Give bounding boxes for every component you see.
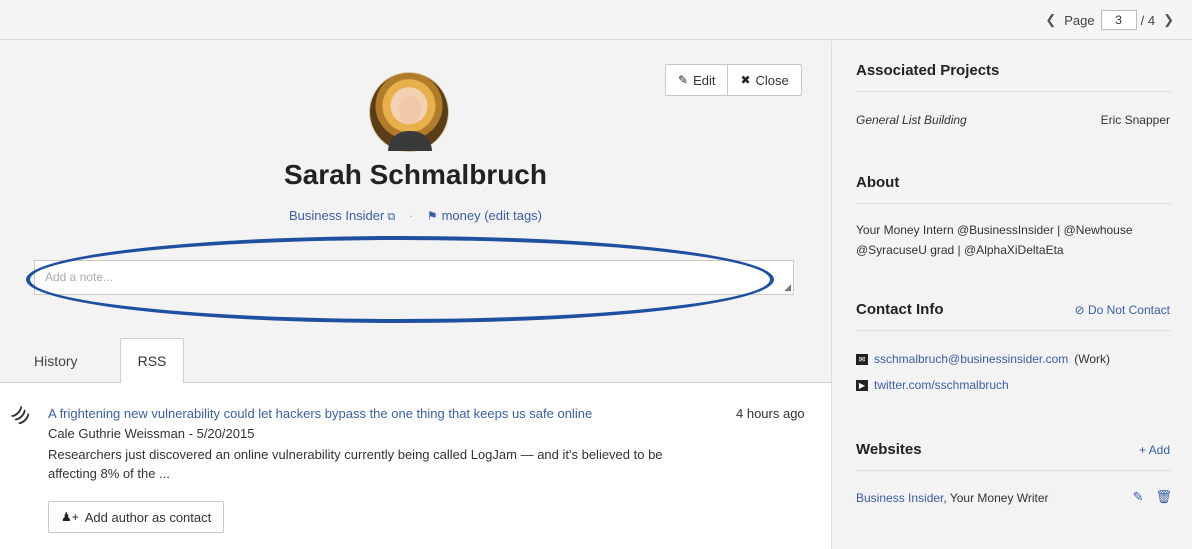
website-actions: ✎ 🗑 (1133, 489, 1172, 505)
external-link-icon[interactable]: ⧉ (387, 211, 395, 223)
about-text: Your Money Intern @BusinessInsider | @Ne… (856, 223, 1133, 257)
edit-button[interactable]: ✎ Edit (666, 65, 727, 95)
envelope-icon: ✉ (856, 353, 868, 365)
top-bar: ❮ Page / 4 ❯ (0, 0, 1192, 40)
chevron-right-icon[interactable]: ❯ (1155, 12, 1182, 28)
contact-name: Sarah Schmalbruch (284, 159, 547, 190)
email-link[interactable]: sschmalbruch@businessinsider.com (874, 352, 1068, 366)
divider (856, 203, 1171, 204)
close-label: Close (755, 72, 789, 88)
project-owner: Eric Snapper (1100, 113, 1170, 127)
contact-main-panel: ✎ Edit ✖ Close Sarah Schmalbruch Busines… (0, 41, 831, 549)
add-website-label: Add (1148, 443, 1170, 457)
article-title-link[interactable]: A frightening new vulnerability could le… (48, 406, 592, 421)
close-button[interactable]: ✖ Close (727, 65, 800, 95)
edit-label: Edit (693, 72, 716, 88)
project-name[interactable]: General List Building (856, 113, 967, 127)
pencil-icon[interactable]: ✎ (1133, 489, 1144, 505)
avatar (369, 72, 449, 152)
trash-icon[interactable]: 🗑 (1155, 489, 1172, 505)
divider (856, 330, 1171, 331)
add-author-button[interactable]: ♟+ Add author as contact (48, 501, 225, 533)
add-author-label: Add author as contact (84, 509, 212, 525)
email-row: ✉ sschmalbruch@businessinsider.com (Work… (856, 352, 1110, 366)
projects-title: Associated Projects (856, 62, 1000, 79)
outlet-link[interactable]: Business Insider (289, 208, 384, 223)
tab-history[interactable]: History (34, 338, 78, 383)
website-role: , Your Money Writer (943, 491, 1049, 505)
edit-close-group: ✎ Edit ✖ Close (665, 64, 802, 96)
profile-header: ✎ Edit ✖ Close Sarah Schmalbruch Busines… (0, 41, 831, 384)
chevron-left-icon[interactable]: ❮ (1037, 12, 1064, 28)
page-number-input[interactable] (1100, 10, 1137, 30)
websites-title: Websites (856, 441, 922, 458)
do-not-contact-label: Do Not Contact (1087, 303, 1170, 317)
resize-handle-icon[interactable]: ◢ (784, 282, 791, 293)
note-input[interactable]: Add a note... ◢ (34, 260, 794, 295)
email-type: (Work) (1074, 352, 1111, 366)
avatar-face (399, 96, 421, 124)
tags-link[interactable]: money (edit tags) (442, 208, 542, 223)
details-sidebar: Associated Projects General List Buildin… (831, 41, 1192, 549)
avatar-shirt (388, 131, 432, 151)
website-item: Business Insider, Your Money Writer (856, 491, 1049, 505)
contact-meta: Business Insider ⧉ · ⚑ money (edit tags) (0, 208, 831, 224)
pager: ❮ Page / 4 ❯ (1037, 10, 1182, 30)
article-author: Cale Guthrie Weissman - 5/20/2015 (48, 426, 255, 441)
page-total: / 4 (1140, 12, 1156, 28)
tab-bar: History RSS (0, 338, 831, 384)
twitter-link[interactable]: twitter.com/sschmalbruch (874, 378, 1009, 392)
rss-icon: ))) (10, 404, 33, 427)
add-website-button[interactable]: + Add (1139, 443, 1170, 457)
tag-icon: ⚑ (426, 209, 438, 223)
about-title: About (856, 174, 900, 191)
website-link[interactable]: Business Insider (856, 491, 943, 505)
twitter-icon: ▶ (856, 379, 868, 391)
tab-rss[interactable]: RSS (120, 338, 184, 384)
contact-title: Contact Info (856, 301, 944, 318)
page-label: Page (1064, 12, 1095, 28)
block-icon: ⊘ (1074, 303, 1085, 317)
pencil-icon: ✎ (678, 73, 689, 87)
add-user-icon: ♟+ (61, 510, 79, 524)
twitter-row: ▶ twitter.com/sschmalbruch (856, 378, 1009, 392)
close-icon: ✖ (740, 73, 751, 87)
divider (856, 91, 1171, 92)
do-not-contact-button[interactable]: ⊘ Do Not Contact (1075, 303, 1170, 317)
rss-feed: ))) A frightening new vulnerability coul… (0, 383, 831, 549)
article-time: 4 hours ago (736, 406, 805, 421)
article-summary: Researchers just discovered an online vu… (48, 447, 663, 481)
note-placeholder: Add a note... (45, 270, 114, 284)
plus-icon: + (1138, 443, 1146, 457)
meta-separator: · (408, 208, 414, 223)
divider (856, 470, 1171, 471)
